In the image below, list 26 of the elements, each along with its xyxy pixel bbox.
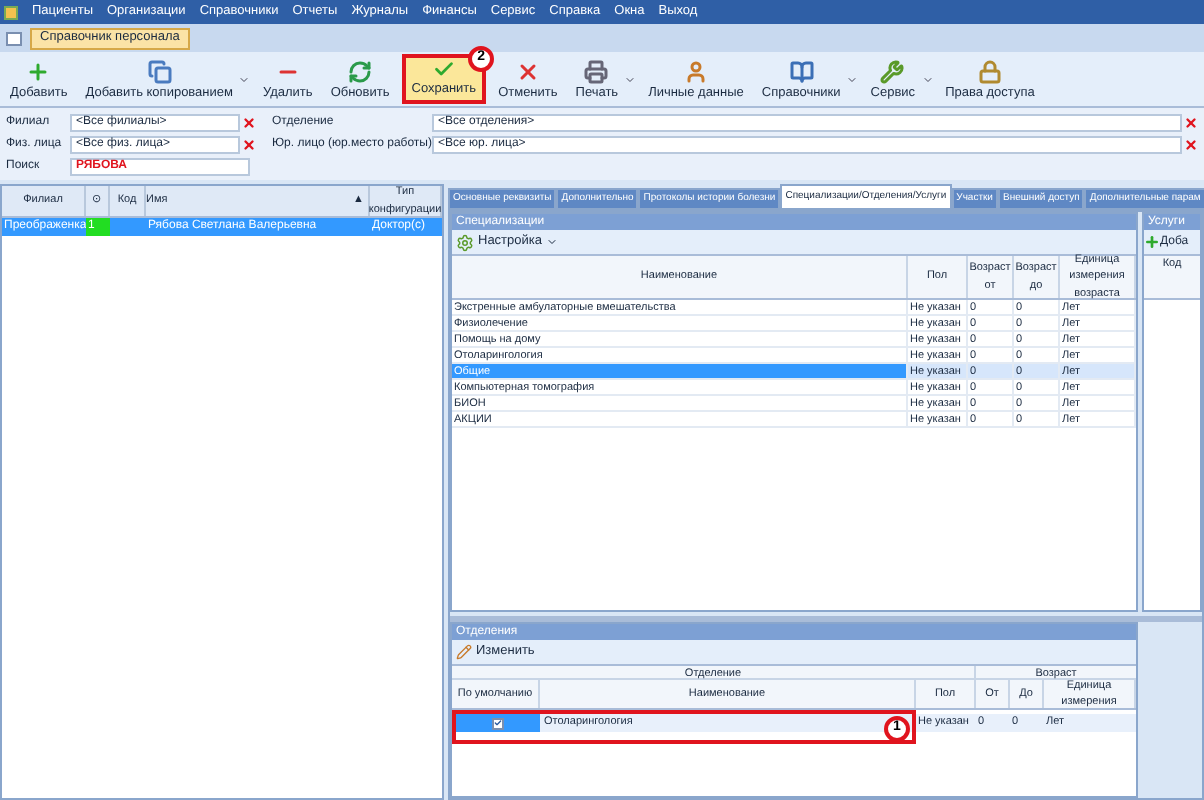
checkmark-icon bbox=[494, 718, 502, 728]
book-icon bbox=[789, 60, 814, 85]
gear-icon bbox=[456, 233, 474, 251]
caret-icon bbox=[921, 73, 934, 85]
caret-icon bbox=[546, 236, 558, 248]
person-icon bbox=[683, 60, 708, 85]
app-icon bbox=[4, 5, 18, 19]
checkmark-icon bbox=[431, 58, 456, 81]
pencil-icon bbox=[456, 644, 472, 660]
clear-icon[interactable] bbox=[242, 137, 256, 151]
copy-icon bbox=[147, 60, 172, 85]
window-icon bbox=[6, 31, 22, 45]
clear-icon[interactable] bbox=[1184, 115, 1198, 129]
clear-icon[interactable] bbox=[1184, 137, 1198, 151]
lock-icon bbox=[977, 60, 1002, 85]
clear-icon[interactable] bbox=[242, 115, 256, 129]
refresh-icon bbox=[348, 60, 373, 85]
plus-icon bbox=[1144, 234, 1160, 250]
wrench-icon bbox=[880, 60, 905, 85]
plus-icon bbox=[26, 60, 51, 85]
caret-icon bbox=[624, 73, 637, 85]
caret-icon bbox=[238, 73, 251, 85]
caret-icon bbox=[846, 73, 859, 85]
printer-icon bbox=[584, 60, 609, 85]
checkbox[interactable] bbox=[492, 717, 504, 729]
cross-icon bbox=[515, 60, 540, 85]
